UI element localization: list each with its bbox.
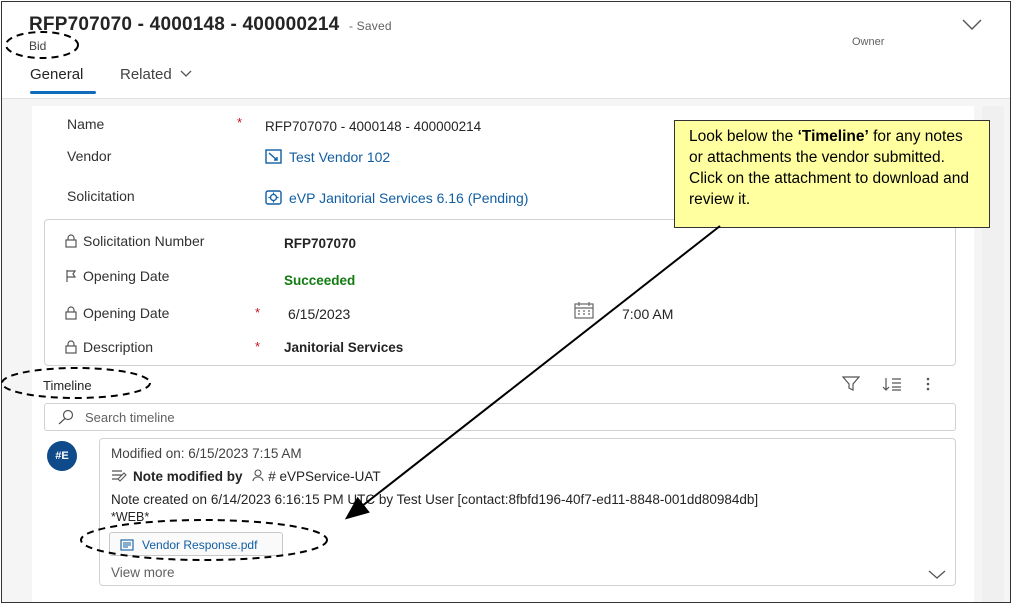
name-label: Name [67, 116, 105, 132]
solicitation-value: eVP Janitorial Services 6.16 (Pending) [289, 190, 529, 206]
attachment-name: Vendor Response.pdf [142, 538, 258, 552]
save-status: - Saved [348, 19, 392, 33]
solicitation-label: Solicitation [67, 188, 135, 204]
selected-tab-indicator [30, 91, 96, 94]
record-title-text: RFP707070 - 4000148 - 400000214 [29, 14, 340, 35]
lock-icon [65, 340, 77, 354]
note-body-line2: *WEB* [111, 510, 150, 524]
header-expand-chevron-icon[interactable] [962, 18, 982, 36]
chevron-down-icon [180, 70, 192, 77]
timeline-note-entry: Modified on: 6/15/2023 7:15 AM Note modi… [99, 438, 956, 586]
solicitation-entity-icon [265, 190, 282, 205]
opening-date-value[interactable]: 6/15/2023 [288, 306, 350, 322]
sort-icon[interactable] [882, 376, 902, 397]
attachment-link[interactable]: Vendor Response.pdf [109, 532, 283, 556]
opening-time-value[interactable]: 7:00 AM [622, 306, 673, 322]
more-options-icon[interactable] [925, 376, 931, 397]
screenshot-frame: RFP707070 - 4000148 - 400000214 - Saved … [1, 1, 1011, 603]
chevron-down-icon[interactable] [928, 567, 946, 585]
opening-date-label: Opening Date [65, 305, 169, 321]
user-icon [252, 469, 264, 482]
search-icon [57, 409, 75, 430]
tab-related[interactable]: Related [120, 66, 192, 83]
owner-label: Owner [852, 36, 885, 48]
solicitation-lookup-link[interactable]: eVP Janitorial Services 6.16 (Pending) [265, 190, 528, 206]
record-header: RFP707070 - 4000148 - 400000214 - Saved … [2, 2, 1010, 99]
note-body-line1: Note created on 6/14/2023 6:16:15 PM UTC… [111, 492, 759, 507]
required-marker: * [255, 305, 261, 320]
modified-on-text: Modified on: 6/15/2023 7:15 AM [111, 446, 302, 461]
opening-status-value: Succeeded [284, 273, 356, 288]
modified-by-user[interactable]: # eVPService-UAT [268, 469, 380, 484]
vendor-entity-icon [265, 149, 282, 164]
record-title: RFP707070 - 4000148 - 400000214 - Saved [29, 14, 392, 36]
opening-status-label: Opening Date [65, 268, 169, 284]
search-placeholder: Search timeline [85, 410, 175, 425]
description-label: Description [65, 339, 153, 355]
timeline-toolbar [841, 376, 949, 397]
tab-related-label: Related [120, 66, 172, 83]
solicitation-number-value: RFP707070 [284, 236, 357, 251]
solicitation-number-label: Solicitation Number [65, 233, 204, 249]
lock-icon [65, 306, 77, 320]
description-value[interactable]: Janitorial Services [284, 340, 403, 355]
filter-icon[interactable] [841, 376, 861, 397]
note-modified-by: Note modified by # eVPService-UAT [111, 469, 381, 484]
calendar-icon[interactable] [574, 302, 594, 324]
vendor-lookup-link[interactable]: Test Vendor 102 [265, 149, 390, 165]
required-marker: * [237, 115, 243, 130]
name-value[interactable]: RFP707070 - 4000148 - 400000214 [265, 119, 481, 134]
attachment-file-icon [120, 539, 134, 551]
tab-general[interactable]: General [30, 66, 83, 83]
vendor-value: Test Vendor 102 [289, 149, 391, 165]
instruction-callout: Look below the ‘Timeline’ for any notes … [674, 120, 990, 228]
timeline-search-input[interactable]: Search timeline [44, 403, 956, 431]
lock-icon [65, 234, 77, 248]
required-marker: * [255, 339, 261, 354]
flag-icon [66, 270, 77, 282]
entity-type-label: Bid [29, 39, 47, 53]
timeline-title: Timeline [43, 378, 92, 393]
vendor-label: Vendor [67, 148, 112, 164]
note-icon [112, 470, 127, 482]
view-more-link[interactable]: View more [111, 565, 175, 580]
avatar: #E [47, 441, 77, 471]
